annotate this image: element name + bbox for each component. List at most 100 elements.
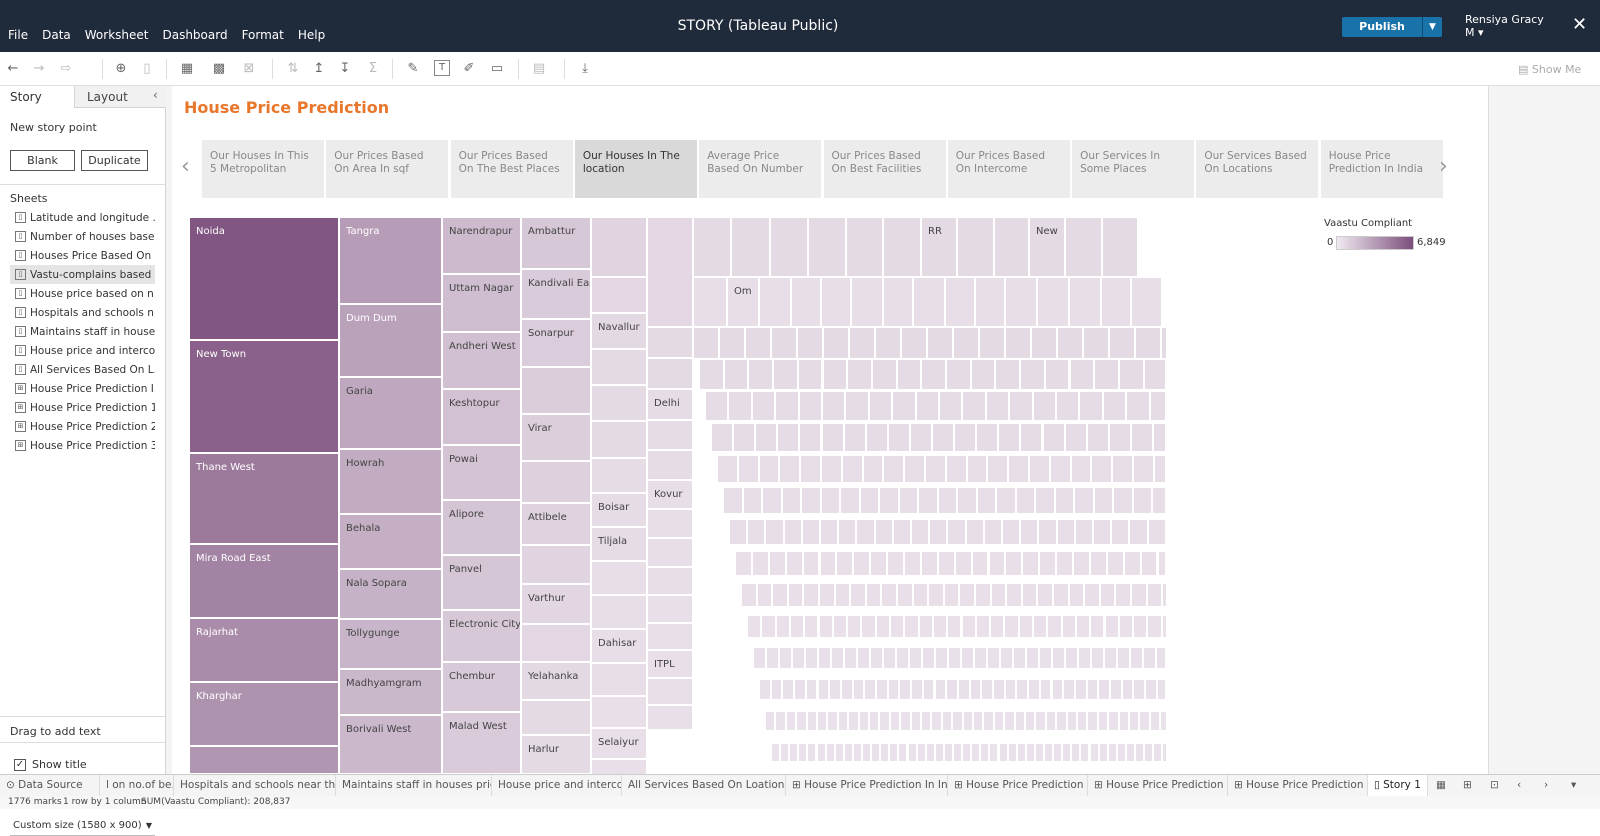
treemap-cell[interactable]	[989, 551, 1006, 576]
treemap-cell[interactable]	[1056, 391, 1079, 421]
treemap-cell[interactable]	[784, 519, 802, 545]
treemap-cell[interactable]	[1131, 277, 1162, 327]
treemap-cell[interactable]	[975, 583, 991, 607]
treemap-cell[interactable]	[808, 217, 846, 277]
highlight-icon[interactable]: ✎	[404, 60, 422, 78]
treemap-cell[interactable]	[779, 647, 792, 669]
treemap-cell[interactable]	[803, 551, 820, 576]
treemap-cell[interactable]	[971, 743, 980, 762]
story-point[interactable]: Our Prices Based On Area In sqf	[326, 140, 448, 198]
treemap-cell[interactable]	[1037, 277, 1069, 327]
new-data-source-icon[interactable]: ⊕	[112, 60, 130, 78]
treemap-cell[interactable]	[973, 711, 983, 731]
treemap-cell[interactable]	[987, 647, 1000, 669]
treemap-cell[interactable]	[591, 759, 647, 774]
treemap-cell[interactable]	[938, 487, 958, 514]
treemap-cell[interactable]	[981, 679, 993, 700]
treemap-cell[interactable]	[875, 519, 893, 545]
treemap-cell[interactable]	[705, 391, 728, 421]
treemap-cell[interactable]: Alipore	[442, 500, 521, 555]
treemap-cell[interactable]	[1131, 423, 1153, 452]
treemap-cell[interactable]	[856, 519, 874, 545]
sheet-tab[interactable]: Maintains staff in houses prices	[336, 775, 492, 797]
treemap-cell[interactable]	[1147, 583, 1163, 607]
treemap-cell[interactable]	[1098, 679, 1110, 700]
treemap-cell[interactable]	[1070, 359, 1095, 390]
treemap-cell[interactable]	[1126, 743, 1135, 762]
user-menu[interactable]: Rensiya Gracy M ▾	[1465, 13, 1553, 39]
sheet-item[interactable]: ▯All Services Based On L...	[10, 360, 155, 379]
treemap-cell[interactable]: Madhyamgram	[339, 669, 442, 715]
treemap-cell[interactable]	[1075, 679, 1087, 700]
treemap-cell[interactable]	[1008, 455, 1029, 483]
treemap-cell[interactable]	[1065, 217, 1102, 277]
sheet-item[interactable]: ▯Number of houses base...	[10, 227, 155, 246]
treemap-cell[interactable]	[747, 615, 761, 638]
treemap-cell[interactable]	[836, 551, 853, 576]
treemap-cell[interactable]	[959, 583, 975, 607]
new-worksheet-icon[interactable]: ▦	[178, 60, 196, 78]
treemap-cell[interactable]	[802, 519, 820, 545]
treemap-cell[interactable]	[1119, 359, 1144, 390]
treemap-cell[interactable]: Tangra	[339, 217, 442, 304]
treemap-cell[interactable]	[1005, 679, 1017, 700]
treemap-cell[interactable]	[977, 487, 997, 514]
treemap-cell[interactable]	[953, 327, 979, 359]
treemap-cell[interactable]	[647, 450, 693, 480]
treemap-cell[interactable]	[1020, 359, 1045, 390]
duplicate-sheet-icon[interactable]: ▩	[210, 60, 228, 78]
treemap-cell[interactable]	[799, 423, 821, 452]
treemap-cell[interactable]	[733, 423, 755, 452]
treemap-cell[interactable]	[786, 551, 803, 576]
treemap-cell[interactable]	[844, 647, 857, 669]
treemap-cell[interactable]	[1035, 743, 1044, 762]
treemap-cell[interactable]: Delhi	[647, 389, 693, 420]
treemap-cell[interactable]	[1094, 487, 1114, 514]
treemap-cell[interactable]	[801, 487, 821, 514]
treemap-cell[interactable]	[647, 678, 693, 705]
treemap-cell[interactable]	[1057, 519, 1075, 545]
treemap-cell[interactable]	[860, 487, 880, 514]
treemap-cell[interactable]	[1110, 679, 1122, 700]
treemap-cell[interactable]	[1102, 217, 1138, 277]
treemap-cell[interactable]	[1005, 327, 1031, 359]
treemap-cell[interactable]	[775, 711, 785, 731]
treemap-cell[interactable]	[1098, 711, 1108, 731]
treemap-cell[interactable]	[1117, 647, 1130, 669]
treemap-cell[interactable]	[1053, 743, 1062, 762]
treemap-cell[interactable]	[919, 615, 933, 638]
treemap-cell[interactable]	[879, 711, 889, 731]
treemap-cell[interactable]	[1131, 583, 1147, 607]
treemap-cell[interactable]	[1073, 551, 1090, 576]
treemap-cell[interactable]	[1065, 647, 1078, 669]
treemap-cell[interactable]	[591, 595, 647, 629]
new-dashboard-icon[interactable]: ⊞	[1457, 775, 1483, 797]
treemap-cell[interactable]	[1141, 551, 1158, 576]
treemap-cell[interactable]	[1000, 647, 1013, 669]
fit-icon[interactable]: ▭	[488, 60, 506, 78]
treemap-cell[interactable]	[1029, 455, 1050, 483]
treemap-cell[interactable]	[804, 615, 818, 638]
treemap-cell[interactable]	[995, 359, 1020, 390]
treemap-cell[interactable]	[647, 217, 693, 327]
treemap-cell[interactable]	[1090, 615, 1104, 638]
treemap-cell[interactable]	[797, 327, 823, 359]
treemap-cell[interactable]: Uttam Nagar	[442, 274, 521, 332]
treemap-cell[interactable]	[1016, 679, 1028, 700]
treemap-cell[interactable]	[849, 327, 875, 359]
treemap-cell[interactable]	[840, 487, 860, 514]
treemap-cell[interactable]	[1008, 743, 1017, 762]
size-select[interactable]: Custom size (1580 x 900) ▼	[10, 818, 155, 836]
treemap-cell[interactable]	[851, 277, 883, 327]
treemap-cell[interactable]	[1004, 615, 1018, 638]
show-me-button[interactable]: ▤ Show Me	[1518, 63, 1581, 76]
swap-icon[interactable]: ⇅	[284, 60, 302, 78]
treemap-cell[interactable]	[789, 743, 798, 762]
treemap-cell[interactable]	[790, 615, 804, 638]
treemap-cell[interactable]	[771, 327, 797, 359]
treemap-cell[interactable]	[925, 455, 946, 483]
treemap-cell[interactable]	[899, 487, 919, 514]
treemap-cell[interactable]	[647, 358, 693, 389]
treemap-cell[interactable]	[1040, 679, 1052, 700]
treemap-cell[interactable]	[775, 391, 798, 421]
